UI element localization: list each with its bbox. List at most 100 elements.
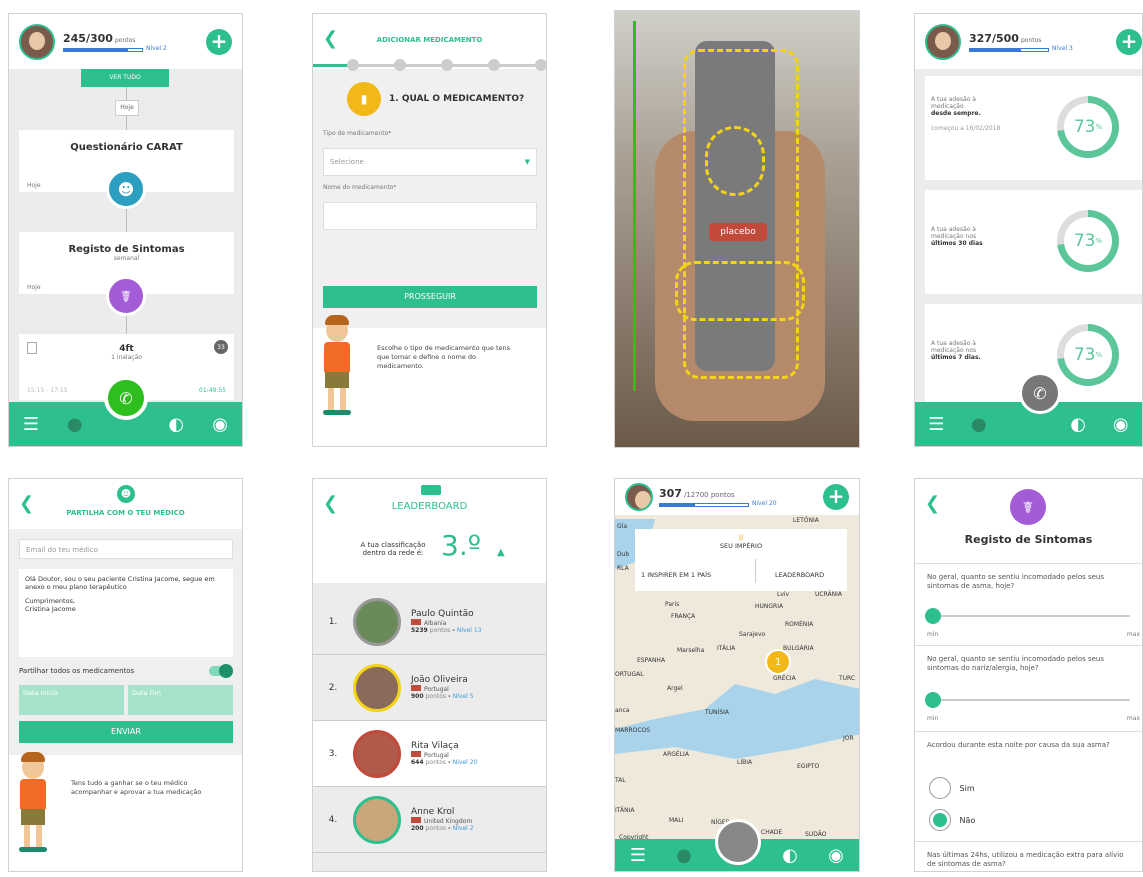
pie-icon[interactable]: ◐ <box>163 414 189 435</box>
add-button[interactable]: + <box>823 484 849 510</box>
adherence-card: A tua adesão à medicação desde sempre. come… <box>925 76 1142 180</box>
slider-max: max <box>1126 631 1140 638</box>
header: 327/500 pontos Nível 3 + <box>915 14 1142 69</box>
slider-asthma[interactable] <box>925 608 1130 624</box>
flag-icon <box>411 619 421 625</box>
rank-value: 3.º <box>441 529 481 562</box>
map-label: HUNGRIA <box>755 603 784 610</box>
radio-yes[interactable] <box>929 777 951 799</box>
question-asthma: No geral, quanto se sentiu incomodado pe… <box>927 573 1105 590</box>
card-date: Hoje <box>27 182 41 189</box>
country: Albania <box>424 620 447 627</box>
adherence-label: A tua adesão à medicação desde sempre. come… <box>931 96 1001 132</box>
divider <box>755 559 756 583</box>
message-textarea[interactable]: Olá Doutor, sou o seu paciente Cristina … <box>19 569 233 657</box>
inspirer-link[interactable]: 1 INSPIRER EM 1 PAÍS <box>641 571 711 579</box>
inhaler-button[interactable]: ✆ <box>1019 372 1061 414</box>
option-yes[interactable]: Sim <box>929 777 975 799</box>
slider-allergy[interactable] <box>925 692 1130 708</box>
map-label: GRÉCIA <box>773 675 796 682</box>
globe-icon[interactable]: ◉ <box>1108 414 1134 435</box>
screen-symptoms: ❮ ☤ Registo de Sintomas No geral, quanto… <box>914 478 1143 872</box>
list-icon[interactable]: ☰ <box>923 414 949 435</box>
leaderboard-link[interactable]: LEADERBOARD <box>775 571 824 579</box>
add-button[interactable]: + <box>206 28 232 55</box>
points: 5239 pontos - Nível 13 <box>411 627 482 634</box>
adherence-ring: 73% <box>1057 210 1119 272</box>
slider-max: max <box>1126 715 1140 722</box>
count-badge: 33 <box>214 340 228 354</box>
stethoscope-icon: ☤ <box>1010 489 1046 525</box>
leaderboard-row[interactable]: 1. Paulo Quintão Albania 5239 pontos - N… <box>313 589 546 655</box>
map-label: Paris <box>665 601 680 608</box>
map-label: BULGÁRIA <box>783 645 814 652</box>
map-label: Argel <box>667 685 683 692</box>
map-label: RLA <box>617 565 629 572</box>
map-label: MARROCOS <box>615 727 651 734</box>
avatar <box>353 597 401 646</box>
map-label: Sarajevo <box>739 631 766 638</box>
map-label: MALI <box>669 817 684 824</box>
card-title: 4ft <box>119 344 134 354</box>
header: 245/300 pontos Nível 2 + <box>9 14 242 69</box>
level: Nível 3 <box>1052 44 1073 52</box>
level: Nível 2 <box>146 44 167 52</box>
screen-add-medication: ❮ ADICIONAR MEDICAMENTO ▮ 1. QUAL O MEDI… <box>312 13 547 447</box>
share-all-toggle[interactable] <box>209 664 233 678</box>
avatar[interactable] <box>925 23 961 60</box>
points-progress <box>969 47 1049 52</box>
question-extra-medication: Nas últimas 24hs, utilizou a medicação e… <box>927 851 1124 868</box>
leaderboard-row[interactable]: 2. João Oliveira Portugal 900 pontos - N… <box>313 655 546 721</box>
list-icon[interactable]: ☰ <box>18 414 44 435</box>
card-title: Registo de Sintomas <box>68 244 185 255</box>
back-icon[interactable]: ❮ <box>925 493 940 514</box>
flag-icon <box>411 751 421 757</box>
detection-outline-cap <box>705 126 765 196</box>
map-label: TAL <box>615 777 626 784</box>
divider <box>915 731 1142 732</box>
adherence-ring: 73% <box>1057 96 1119 158</box>
ver-tudo-button[interactable]: VER TUDO <box>81 69 169 87</box>
option-no[interactable]: Não <box>929 809 975 831</box>
doctor-icon: ☻ <box>117 485 135 503</box>
date-end-field[interactable]: Data Fim <box>128 685 233 715</box>
send-button[interactable]: ENVIAR <box>19 721 233 743</box>
email-input[interactable]: Email do teu médico <box>19 539 233 559</box>
type-select[interactable]: Selecione ▼ <box>323 148 537 176</box>
map-label: LÍBIA <box>737 759 753 766</box>
people-icon[interactable]: ● <box>966 414 992 435</box>
detection-outline <box>683 49 799 379</box>
leaderboard-row[interactable]: 3. Rita Vilaça Portugal 644 pontos - Nív… <box>313 721 546 787</box>
map-label: ROMÉNIA <box>785 621 814 628</box>
people-icon[interactable]: ● <box>62 414 88 435</box>
progress-strip <box>633 21 636 391</box>
center-button[interactable] <box>715 819 761 865</box>
avatar[interactable] <box>625 483 653 511</box>
pie-icon[interactable]: ◐ <box>777 845 803 866</box>
people-icon[interactable]: ● <box>671 845 697 866</box>
proceed-button[interactable]: PROSSEGUIR <box>323 286 537 308</box>
pie-icon[interactable]: ◐ <box>1065 414 1091 435</box>
points: 245/300 pontos <box>63 31 136 45</box>
adherence-label: A tua adesão à medicação nos últimos 7 dia… <box>931 340 981 361</box>
inhaler-button[interactable]: ✆ <box>104 376 148 420</box>
points: 327/500 pontos <box>969 31 1042 45</box>
map-marker[interactable]: 1 <box>765 649 791 675</box>
globe-icon[interactable]: ◉ <box>207 414 233 435</box>
page-title: Registo de Sintomas <box>964 533 1093 546</box>
points-progress <box>659 503 749 507</box>
card-subtitle: 1 inalação <box>111 354 142 361</box>
radio-no[interactable] <box>929 809 951 831</box>
date-start-field[interactable]: Data Início <box>19 685 124 715</box>
globe-icon[interactable]: ◉ <box>823 845 849 866</box>
leaderboard-row[interactable]: 4. Anne Krol United Kingdom 200 pontos -… <box>313 787 546 853</box>
avatar[interactable] <box>19 23 55 60</box>
rank: 3. <box>328 748 338 759</box>
name: Anne Krol <box>411 807 455 817</box>
add-button[interactable]: + <box>1116 28 1142 55</box>
name: Rita Vilaça <box>411 741 459 751</box>
list-icon[interactable]: ☰ <box>625 845 651 866</box>
screen-camera: placebo <box>614 10 860 448</box>
name-input[interactable] <box>323 202 537 230</box>
rank-up-icon: ▲ <box>497 547 505 558</box>
